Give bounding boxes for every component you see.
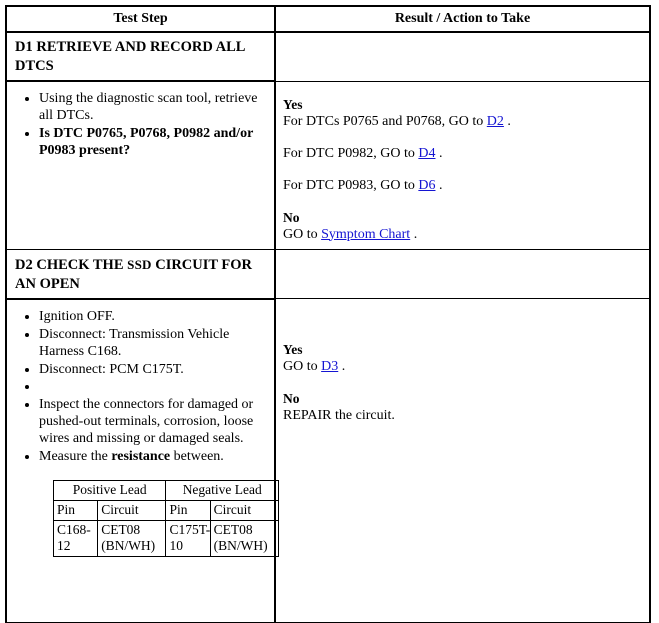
step-text-pre: Measure the — [39, 448, 112, 464]
lead-cell-circuit-pos: CET08 (BN/WH) — [97, 519, 167, 557]
xref-link-symptom-chart[interactable]: Symptom Chart — [321, 227, 410, 242]
list-item: Measure the resistance between. — [39, 448, 268, 465]
section-d1-steps-cell: Using the diagnostic scan tool, retrieve… — [5, 80, 276, 250]
yes-label: Yes — [283, 342, 303, 357]
result-line: GO to D3 . — [283, 358, 643, 375]
lead-cell-circuit-neg: CET08 (BN/WH) — [209, 519, 280, 557]
result-text-post: . — [435, 145, 443, 161]
yes-label: Yes — [283, 96, 303, 112]
step-text-post: between. — [170, 448, 224, 464]
list-item: Inspect the connectors for damaged or pu… — [39, 396, 268, 447]
lead-cell-pin-pos: C168-12 — [52, 519, 99, 557]
result-line: For DTC P0982, GO to D4 . — [283, 145, 643, 162]
table-header-row: Test Step Result / Action to Take — [5, 5, 651, 33]
xref-link-d4[interactable]: D4 — [418, 146, 435, 161]
section-d2-title-spacer — [274, 248, 651, 299]
section-d2-title-acronym: SSD — [127, 256, 152, 272]
list-item: Ignition OFF. — [39, 308, 268, 325]
lead-measurement-table: Positive Lead Negative Lead Pin Circuit … — [52, 479, 280, 557]
header-test-step: Test Step — [5, 5, 276, 33]
list-item: Disconnect: PCM C175T. — [39, 361, 268, 378]
result-text: For DTC P0983, GO to — [283, 177, 419, 193]
result-line: For DTC P0983, GO to D6 . — [283, 177, 643, 194]
step-list-d1: Using the diagnostic scan tool, retrieve… — [13, 90, 268, 159]
step-text: Ignition OFF. — [39, 308, 115, 324]
result-text-post: . — [338, 359, 346, 374]
result-line: For DTCs P0765 and P0768, GO to D2 . — [283, 113, 643, 130]
section-d1-title: D1 RETRIEVE AND RECORD ALL DTCS — [5, 31, 276, 82]
lead-group-header-negative: Negative Lead — [165, 479, 279, 501]
result-text-post: . — [435, 177, 443, 193]
xref-link-d2[interactable]: D2 — [487, 114, 504, 129]
no-label: No — [283, 391, 300, 406]
list-item: Disconnect: Transmission Vehicle Harness… — [39, 326, 268, 360]
lead-subheader-pin-pos: Pin — [52, 499, 99, 521]
section-d1-title-spacer — [274, 31, 651, 82]
lead-cell-pin-neg: C175T-10 — [165, 519, 211, 557]
result-line: REPAIR the circuit. — [283, 407, 643, 424]
section-body-row-d2: Ignition OFF. Disconnect: Transmission V… — [5, 298, 651, 623]
lead-table-wrapper: Positive Lead Negative Lead Pin Circuit … — [13, 466, 280, 557]
diagnostic-table: Test Step Result / Action to Take D1 RET… — [5, 5, 651, 623]
lead-subheader-circuit-neg: Circuit — [209, 499, 280, 521]
step-text: Is DTC P0765, P0768, P0982 and/or P0983 … — [39, 126, 254, 158]
table-row: Pin Circuit Pin Circuit — [52, 499, 280, 521]
pinpoint-test-page: Test Step Result / Action to Take D1 RET… — [0, 0, 659, 623]
lead-group-header-positive: Positive Lead — [52, 479, 167, 501]
result-text-post: . — [503, 113, 511, 129]
section-title-row-d1: D1 RETRIEVE AND RECORD ALL DTCS — [5, 31, 651, 82]
section-d1-results-cell: Yes For DTCs P0765 and P0768, GO to D2 .… — [274, 80, 651, 250]
result-text-post: . — [410, 226, 418, 242]
list-item: Is DTC P0765, P0768, P0982 and/or P0983 … — [39, 125, 268, 159]
header-result-action: Result / Action to Take — [274, 5, 651, 33]
result-text: For DTCs P0765 and P0768, GO to — [283, 113, 487, 129]
result-text: REPAIR the circuit. — [283, 408, 395, 423]
table-row: C168-12 CET08 (BN/WH) C175T-10 CET08 (BN… — [52, 519, 280, 557]
section-body-row-d1: Using the diagnostic scan tool, retrieve… — [5, 80, 651, 250]
step-list-d2: Ignition OFF. Disconnect: Transmission V… — [13, 308, 268, 465]
step-text: Disconnect: Transmission Vehicle Harness… — [39, 326, 230, 359]
no-label: No — [283, 209, 300, 225]
result-text: For DTC P0982, GO to — [283, 145, 419, 161]
section-d2-title: D2 CHECK THE SSD CIRCUIT FOR AN OPEN — [5, 248, 276, 300]
lead-subheader-pin-neg: Pin — [165, 499, 211, 521]
step-text-emphasis: resistance — [111, 448, 171, 464]
section-d2-steps-cell: Ignition OFF. Disconnect: Transmission V… — [5, 298, 280, 623]
xref-link-d3[interactable]: D3 — [321, 359, 338, 374]
lead-subheader-circuit-pos: Circuit — [97, 499, 167, 521]
step-text: Disconnect: PCM C175T. — [39, 361, 184, 377]
table-row: Positive Lead Negative Lead — [52, 479, 279, 501]
result-line: GO to Symptom Chart . — [283, 226, 643, 243]
step-text: Using the diagnostic scan tool, retrieve… — [39, 91, 258, 123]
step-text: Inspect the connectors for damaged or pu… — [39, 396, 254, 446]
section-d2-title-prefix: D2 CHECK THE — [15, 256, 128, 273]
xref-link-d6[interactable]: D6 — [418, 178, 435, 193]
list-item: Using the diagnostic scan tool, retrieve… — [39, 90, 268, 124]
section-title-row-d2: D2 CHECK THE SSD CIRCUIT FOR AN OPEN — [5, 248, 651, 300]
result-text: GO to — [283, 359, 322, 374]
list-item-empty — [39, 379, 268, 395]
result-text: GO to — [283, 226, 322, 242]
section-d2-results-cell: Yes GO to D3 . No REPAIR the circuit. — [274, 298, 651, 623]
